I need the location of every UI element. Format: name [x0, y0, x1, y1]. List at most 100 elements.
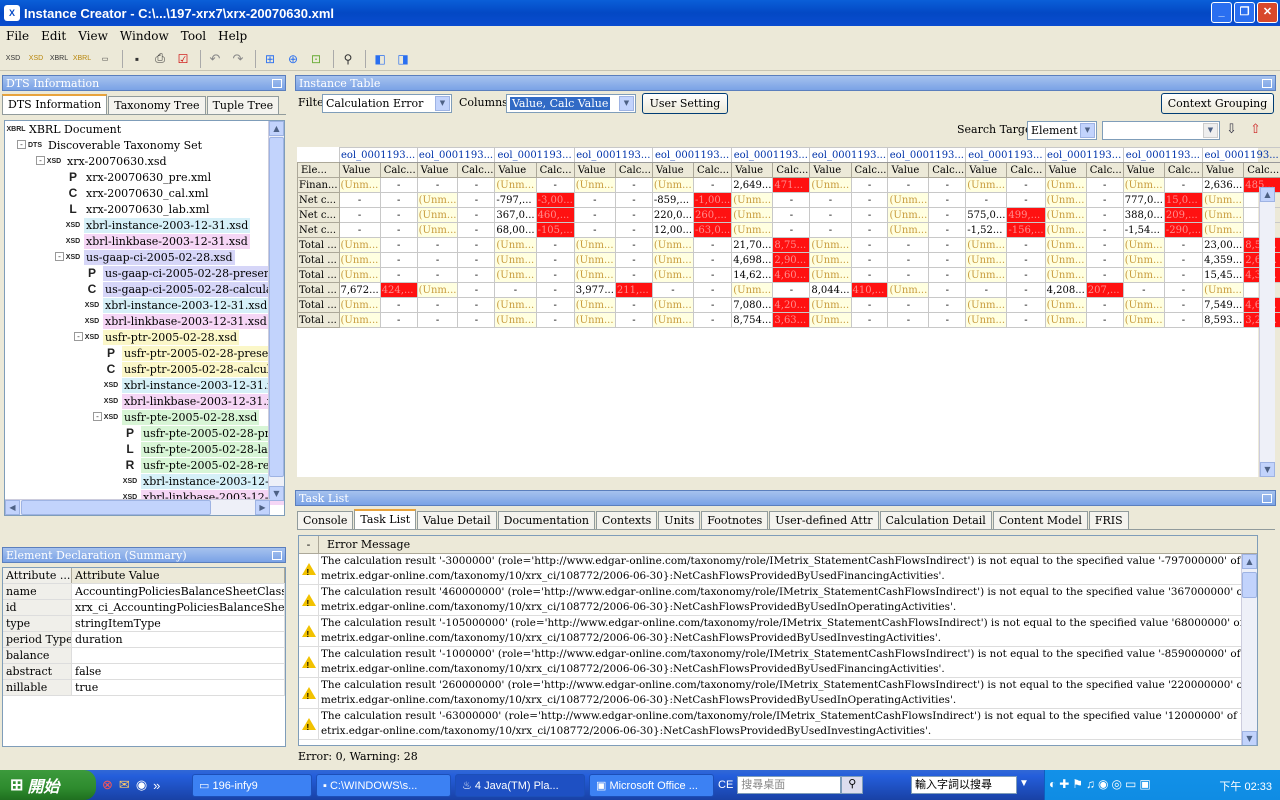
decl-row[interactable]: nameAccountingPoliciesBalanceSheetClassi… [3, 584, 285, 600]
taskbar-item[interactable]: ▣ Microsoft Office ... [589, 773, 714, 797]
unmatched-cell[interactable]: (Unm... [731, 282, 774, 298]
unmatched-cell[interactable]: (Unm... [1122, 267, 1165, 283]
decl-row[interactable]: type stringItemType [3, 616, 285, 632]
unmatched-cell[interactable]: (Unm... [965, 297, 1008, 313]
empty-cell[interactable]: - [379, 207, 418, 223]
empty-cell[interactable]: - [850, 312, 889, 328]
value-cell[interactable]: 4,698... [731, 252, 774, 268]
element-name-cell[interactable]: Total ... [297, 237, 340, 253]
value-column-header[interactable]: Value [887, 162, 930, 178]
tree-vertical-scrollbar[interactable]: ▲ ▼ [268, 121, 284, 501]
chevron-down-icon[interactable]: ▼ [619, 96, 634, 111]
tab-console[interactable]: Console [297, 511, 354, 529]
empty-cell[interactable]: - [928, 237, 967, 253]
tree-node[interactable]: XSD xbrl-instance-2003-12-31.x [123, 473, 284, 489]
calc-error-cell[interactable]: -156,... [1006, 222, 1046, 238]
desktop-search-input[interactable]: 搜尋桌面 [737, 776, 842, 794]
message-row[interactable]: ! The calculation result '-3000000' (role… [299, 554, 1257, 585]
unmatched-cell[interactable]: (Unm... [1044, 252, 1087, 268]
unmatched-cell[interactable]: (Unm... [809, 312, 852, 328]
calc-error-cell[interactable]: 211,... [614, 282, 653, 298]
tree-node[interactable]: XSD xbrl-instance-2003-12-31.xsd [66, 217, 251, 233]
value-cell[interactable]: 7,672... [338, 282, 381, 298]
value-column-header[interactable]: Value [1122, 162, 1165, 178]
scroll-down-icon[interactable]: ▼ [269, 486, 284, 501]
calc-value-column-header[interactable]: Calc... [1006, 162, 1046, 178]
tab-fris[interactable]: FRIS [1088, 511, 1129, 529]
chevron-down-icon[interactable]: ▼ [1203, 123, 1218, 138]
empty-cell[interactable]: - [928, 297, 967, 313]
empty-cell[interactable]: - [573, 192, 616, 208]
tab-footnotes[interactable]: Footnotes [701, 511, 769, 529]
value-column-header[interactable]: Value [416, 162, 459, 178]
calc-value-column-header[interactable]: Calc... [614, 162, 653, 178]
empty-cell[interactable]: - [965, 282, 1008, 298]
search-input[interactable]: ▼ [1102, 121, 1220, 140]
unmatched-cell[interactable]: (Unm... [338, 252, 381, 268]
empty-cell[interactable]: - [1163, 237, 1204, 253]
panel-left-icon[interactable]: ◧ [370, 50, 390, 68]
empty-cell[interactable]: - [614, 237, 653, 253]
empty-cell[interactable]: - [416, 237, 459, 253]
empty-cell[interactable]: - [887, 312, 930, 328]
tree-node[interactable]: - XSD usfr-ptr-2005-02-28.xsd [74, 329, 240, 345]
element-name-cell[interactable]: Total ... [297, 282, 340, 298]
empty-cell[interactable]: - [887, 297, 930, 313]
unmatched-cell[interactable]: (Unm... [494, 267, 537, 283]
decl-row[interactable]: idxrx_ci_AccountingPoliciesBalanceSheetC… [3, 600, 285, 616]
search-target-select[interactable]: Element ▼ [1027, 121, 1097, 140]
value-cell[interactable]: 68,00... [494, 222, 537, 238]
unmatched-cell[interactable]: (Unm... [887, 207, 930, 223]
unmatched-cell[interactable]: (Unm... [651, 267, 695, 283]
empty-cell[interactable]: - [338, 207, 381, 223]
calc-value-column-header[interactable]: Calc... [928, 162, 967, 178]
scroll-right-icon[interactable]: ▶ [255, 500, 270, 515]
empty-cell[interactable]: - [772, 207, 811, 223]
value-cell[interactable]: 23,00... [1202, 237, 1245, 253]
maximize-button[interactable]: ❐ [1234, 2, 1255, 23]
empty-cell[interactable]: - [772, 192, 811, 208]
empty-cell[interactable]: - [416, 252, 459, 268]
unmatched-cell[interactable]: (Unm... [965, 252, 1008, 268]
unmatched-cell[interactable]: (Unm... [416, 192, 459, 208]
empty-cell[interactable]: - [614, 207, 653, 223]
empty-cell[interactable]: - [1085, 237, 1124, 253]
empty-cell[interactable]: - [1085, 177, 1124, 193]
scroll-up-icon[interactable]: ▲ [269, 121, 284, 136]
inspect-icon[interactable]: ⚲ [338, 50, 358, 68]
tree-node[interactable]: Cusfr-ptr-2005-02-28-calculation [104, 361, 284, 377]
calc-error-cell[interactable]: -63,0... [693, 222, 733, 238]
empty-cell[interactable]: - [614, 312, 653, 328]
unmatched-cell[interactable]: (Unm... [1122, 297, 1165, 313]
empty-cell[interactable]: - [457, 252, 496, 268]
panel-right-icon[interactable]: ◨ [393, 50, 413, 68]
tree-node[interactable]: Lxrx-20070630_lab.xml [66, 201, 211, 217]
tree-node[interactable]: XSD xbrl-instance-2003-12-31.xsd [85, 297, 270, 313]
empty-cell[interactable]: - [338, 192, 381, 208]
context-column-header[interactable]: eol_0001193... [416, 147, 496, 163]
unmatched-cell[interactable]: (Unm... [809, 252, 852, 268]
unmatched-cell[interactable]: (Unm... [1122, 312, 1165, 328]
value-column-header[interactable]: Value [1044, 162, 1087, 178]
unmatched-cell[interactable]: (Unm... [651, 312, 695, 328]
severity-column-header[interactable]: - [299, 536, 319, 553]
context-column-header[interactable]: eol_0001193... [1202, 147, 1280, 163]
empty-cell[interactable]: - [1163, 297, 1204, 313]
empty-cell[interactable]: - [457, 267, 496, 283]
scroll-down-icon[interactable]: ▼ [1260, 462, 1275, 477]
empty-cell[interactable]: - [379, 252, 418, 268]
empty-cell[interactable]: - [1006, 177, 1046, 193]
taskbar-item[interactable]: ♨ 4 Java(TM) Pla... [455, 773, 585, 797]
empty-cell[interactable]: - [494, 282, 537, 298]
calc-error-cell[interactable]: -105,... [535, 222, 575, 238]
value-cell[interactable]: 8,044... [809, 282, 852, 298]
message-row[interactable]: ! The calculation result '-1000000' (role… [299, 647, 1257, 678]
columns-select[interactable]: Value, Calc Value ▼ [506, 94, 636, 113]
start-button[interactable]: ⊞ 開始 [0, 770, 96, 800]
chevron-right-icon[interactable]: » [153, 778, 160, 793]
tree-node[interactable]: - DTS Discoverable Taxonomy Set [17, 137, 204, 153]
value-cell[interactable]: 12,00... [651, 222, 695, 238]
value-cell[interactable]: 388,0... [1122, 207, 1165, 223]
close-button[interactable]: ✕ [1257, 2, 1278, 23]
tab-documentation[interactable]: Documentation [497, 511, 595, 529]
